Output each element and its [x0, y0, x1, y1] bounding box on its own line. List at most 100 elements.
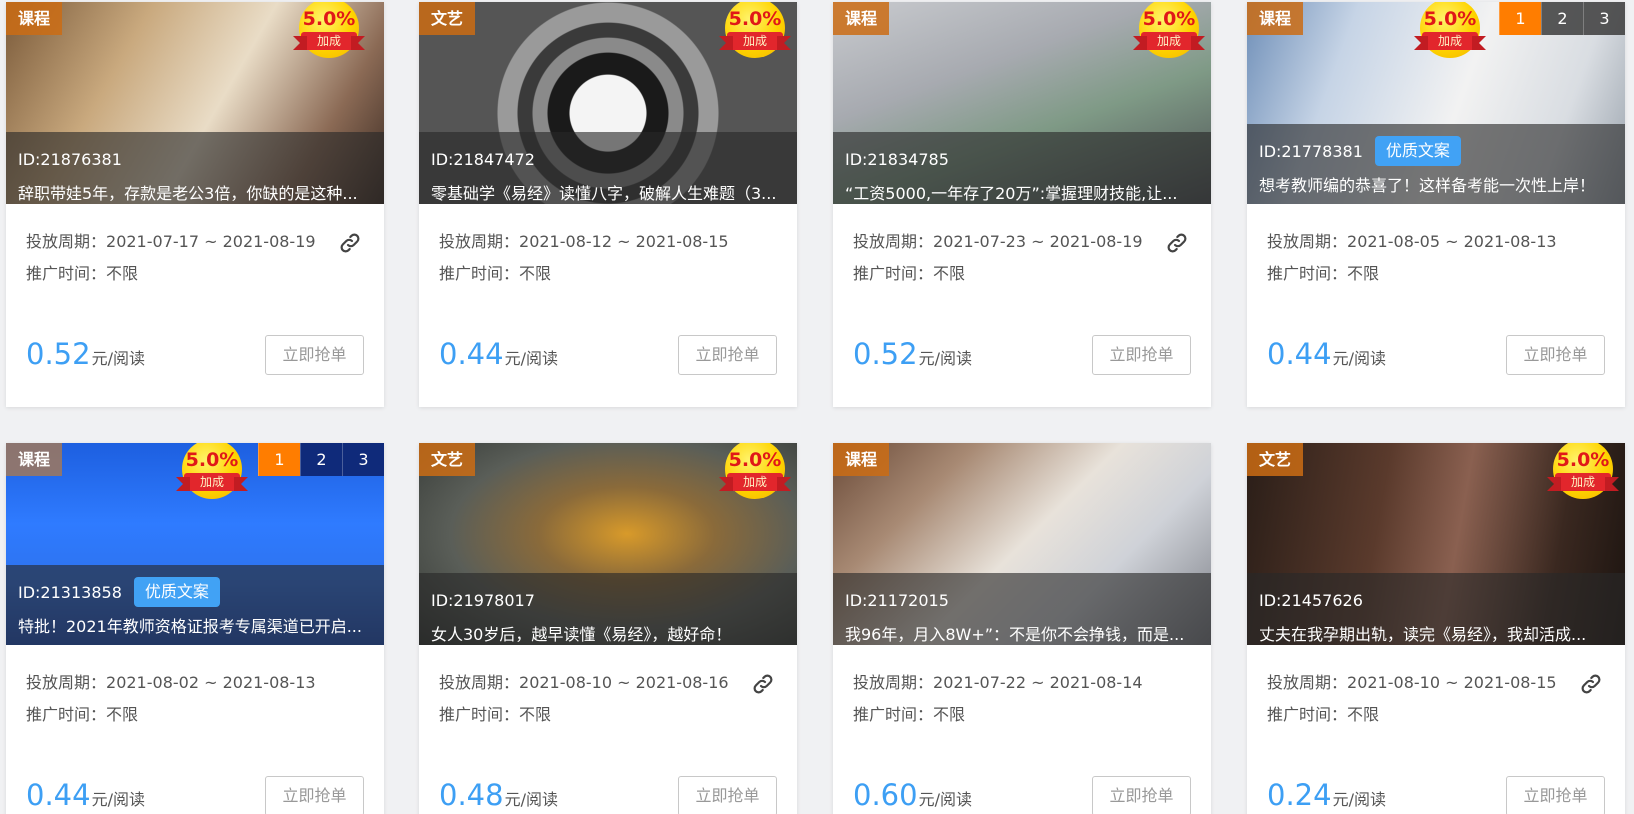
link-icon[interactable]	[338, 231, 362, 255]
card-caption: ID:21834785 “工资5000,一年存了20万”:掌握理财技能,让...	[833, 132, 1211, 204]
card-title: 女人30岁后，越早读懂《易经》，越好命！	[431, 625, 732, 644]
card-title: 我96年，月入8W+”：不是你不会挣钱，而是...	[845, 625, 1185, 644]
grab-order-button[interactable]: 立即抢单	[1092, 776, 1191, 814]
period-label: 投放周期：	[439, 673, 520, 692]
grab-order-button[interactable]: 立即抢单	[265, 335, 364, 375]
ad-card[interactable]: 课程 5.0% 加成 ID:21834785 “工资5000,一年存了20万”:掌…	[833, 2, 1211, 407]
period-label: 投放周期：	[26, 232, 107, 251]
pager-page-1[interactable]: 1	[258, 443, 300, 476]
card-thumbnail[interactable]: 课程 5.0% 加成 1 2 3 ID:21778381 优质文案 想考教师编的恭喜…	[1247, 2, 1625, 204]
card-caption: ID:21172015 我96年，月入8W+”：不是你不会挣钱，而是...	[833, 573, 1211, 645]
price-value: 0.44	[26, 778, 91, 812]
card-thumbnail[interactable]: 课程 ID:21172015 我96年，月入8W+”：不是你不会挣钱，而是...	[833, 443, 1211, 645]
price-unit: 元/阅读	[504, 349, 558, 368]
price-value: 0.44	[439, 337, 504, 371]
period-value: 2021-07-23 ~ 2021-08-19	[933, 232, 1143, 251]
link-icon[interactable]	[1579, 672, 1603, 696]
category-tag: 课程	[833, 443, 890, 476]
period-value: 2021-08-10 ~ 2021-08-16	[519, 673, 729, 692]
card-id: ID:21876381	[18, 149, 122, 169]
ad-card[interactable]: 文艺 5.0% 加成 ID:21978017 女人30岁后，越早读懂《易经》，越好…	[419, 443, 797, 814]
pager-page-1[interactable]: 1	[1499, 2, 1541, 35]
card-thumbnail[interactable]: 课程 5.0% 加成 ID:21876381 辞职带娃5年，存款是老公3倍，你缺的…	[6, 2, 384, 204]
promo-value: 不限	[106, 264, 139, 283]
period-value: 2021-08-10 ~ 2021-08-15	[1347, 673, 1557, 692]
period-label: 投放周期：	[853, 673, 934, 692]
ad-card[interactable]: 课程 5.0% 加成 ID:21876381 辞职带娃5年，存款是老公3倍，你缺的…	[6, 2, 384, 407]
pager-page-3[interactable]: 3	[342, 443, 384, 476]
card-thumbnail[interactable]: 课程 5.0% 加成 1 2 3 ID:21313858 优质文案 特批！2021年…	[6, 443, 384, 645]
promo-label: 推广时间：	[1267, 705, 1348, 724]
price: 0.48元/阅读	[439, 778, 558, 812]
price: 0.44元/阅读	[26, 778, 145, 812]
pager-page-2[interactable]: 2	[1541, 2, 1583, 35]
grab-order-button[interactable]: 立即抢单	[678, 776, 777, 814]
price-value: 0.44	[1267, 337, 1332, 371]
price: 0.52元/阅读	[853, 337, 972, 371]
category-tag: 文艺	[419, 2, 476, 35]
card-caption: ID:21313858 优质文案 特批！2021年教师资格证报考专属渠道已开启..…	[6, 565, 384, 645]
price-unit: 元/阅读	[91, 790, 145, 809]
link-icon[interactable]	[1165, 231, 1189, 255]
promo-label: 推广时间：	[26, 705, 107, 724]
card-caption: ID:21457626 丈夫在我孕期出轨，读完《易经》，我却活成...	[1247, 573, 1625, 645]
promo-value: 不限	[933, 264, 966, 283]
promo-value: 不限	[1347, 264, 1380, 283]
grab-order-button[interactable]: 立即抢单	[1506, 335, 1605, 375]
card-caption: ID:21778381 优质文案 想考教师编的恭喜了！这样备考能一次性上岸！	[1247, 124, 1625, 204]
promo-label: 推广时间：	[1267, 264, 1348, 283]
link-icon[interactable]	[751, 672, 775, 696]
ad-card[interactable]: 文艺 5.0% 加成 ID:21847472 零基础学《易经》读懂八字，破解人生难…	[419, 2, 797, 407]
card-title: 想考教师编的恭喜了！这样备考能一次性上岸！	[1259, 176, 1596, 195]
period-value: 2021-08-12 ~ 2021-08-15	[519, 232, 729, 251]
promo-value: 不限	[519, 264, 552, 283]
card-thumbnail[interactable]: 文艺 5.0% 加成 ID:21847472 零基础学《易经》读懂八字，破解人生难…	[419, 2, 797, 204]
bonus-badge: 5.0% 加成	[1414, 2, 1486, 60]
quality-badge: 优质文案	[133, 577, 220, 607]
card-title: “工资5000,一年存了20万”:掌握理财技能,让...	[845, 184, 1178, 203]
grab-order-button[interactable]: 立即抢单	[678, 335, 777, 375]
period-label: 投放周期：	[1267, 673, 1348, 692]
card-caption: ID:21978017 女人30岁后，越早读懂《易经》，越好命！	[419, 573, 797, 645]
bonus-badge: 5.0% 加成	[1547, 443, 1619, 501]
price: 0.52元/阅读	[26, 337, 145, 371]
ad-card[interactable]: 课程 ID:21172015 我96年，月入8W+”：不是你不会挣钱，而是...…	[833, 443, 1211, 814]
price-value: 0.52	[853, 337, 918, 371]
card-title: 零基础学《易经》读懂八字，破解人生难题（3...	[431, 184, 777, 203]
price-unit: 元/阅读	[918, 349, 972, 368]
period-label: 投放周期：	[1267, 232, 1348, 251]
card-caption: ID:21847472 零基础学《易经》读懂八字，破解人生难题（3...	[419, 132, 797, 204]
promo-value: 不限	[519, 705, 552, 724]
price-unit: 元/阅读	[504, 790, 558, 809]
period-label: 投放周期：	[26, 673, 107, 692]
card-title: 辞职带娃5年，存款是老公3倍，你缺的是这种...	[18, 184, 358, 203]
category-tag: 文艺	[419, 443, 476, 476]
ad-card[interactable]: 文艺 5.0% 加成 ID:21457626 丈夫在我孕期出轨，读完《易经》，我却…	[1247, 443, 1625, 814]
grab-order-button[interactable]: 立即抢单	[1506, 776, 1605, 814]
price: 0.24元/阅读	[1267, 778, 1386, 812]
pager-page-3[interactable]: 3	[1583, 2, 1625, 35]
period-value: 2021-08-02 ~ 2021-08-13	[106, 673, 316, 692]
ad-card[interactable]: 课程 5.0% 加成 1 2 3 ID:21313858 优质文案 特批！2021年…	[6, 443, 384, 814]
grab-order-button[interactable]: 立即抢单	[265, 776, 364, 814]
pager-page-2[interactable]: 2	[300, 443, 342, 476]
card-thumbnail[interactable]: 文艺 5.0% 加成 ID:21457626 丈夫在我孕期出轨，读完《易经》，我却…	[1247, 443, 1625, 645]
grab-order-button[interactable]: 立即抢单	[1092, 335, 1191, 375]
card-thumbnail[interactable]: 课程 5.0% 加成 ID:21834785 “工资5000,一年存了20万”:掌…	[833, 2, 1211, 204]
bonus-badge: 5.0% 加成	[719, 2, 791, 60]
promo-value: 不限	[933, 705, 966, 724]
promo-label: 推广时间：	[439, 705, 520, 724]
ad-card-grid: 课程 5.0% 加成 ID:21876381 辞职带娃5年，存款是老公3倍，你缺的…	[0, 0, 1634, 814]
card-thumbnail[interactable]: 文艺 5.0% 加成 ID:21978017 女人30岁后，越早读懂《易经》，越好…	[419, 443, 797, 645]
ad-card[interactable]: 课程 5.0% 加成 1 2 3 ID:21778381 优质文案 想考教师编的恭喜…	[1247, 2, 1625, 407]
card-caption: ID:21876381 辞职带娃5年，存款是老公3倍，你缺的是这种...	[6, 132, 384, 204]
category-tag: 课程	[6, 2, 63, 35]
promo-label: 推广时间：	[853, 264, 934, 283]
category-tag: 课程	[6, 443, 63, 476]
period-label: 投放周期：	[439, 232, 520, 251]
period-value: 2021-07-17 ~ 2021-08-19	[106, 232, 316, 251]
card-id: ID:21847472	[431, 149, 535, 169]
card-id: ID:21457626	[1259, 590, 1363, 610]
price-value: 0.48	[439, 778, 504, 812]
promo-value: 不限	[1347, 705, 1380, 724]
